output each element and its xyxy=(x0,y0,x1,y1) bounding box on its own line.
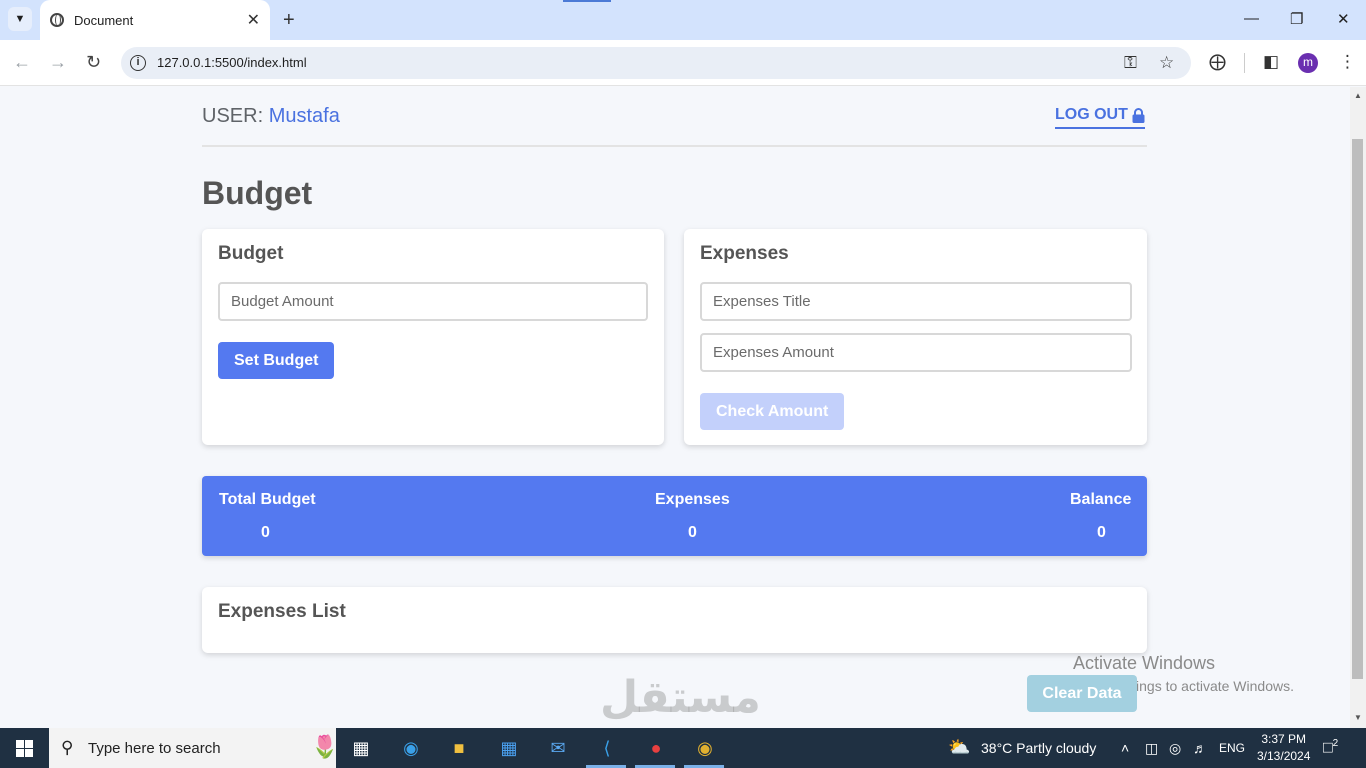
page-title: Budget xyxy=(202,175,313,211)
windows-start-icon[interactable] xyxy=(16,740,33,757)
reload-icon[interactable]: ↻ xyxy=(86,52,101,72)
address-bar[interactable]: i 127.0.0.1:5500/index.html ⚿ ☆ xyxy=(121,47,1191,79)
scroll-thumb[interactable] xyxy=(1352,139,1363,679)
watermark: مستقل xyxy=(600,672,761,723)
scroll-up-icon[interactable]: ▲ xyxy=(1354,91,1362,100)
bookmark-star-icon[interactable]: ☆ xyxy=(1159,53,1174,73)
chevron-down-icon: ▼ xyxy=(14,13,26,25)
vscode-icon[interactable]: ⟨ xyxy=(595,736,619,760)
page-viewport: USER: Mustafa LOG OUT Budget Budget Set … xyxy=(0,87,1350,728)
set-budget-button[interactable]: Set Budget xyxy=(218,342,335,379)
volume-icon[interactable]: ♬ xyxy=(1193,740,1207,756)
taskbar-search[interactable]: ⚲ Type here to search 🌷 xyxy=(49,728,339,768)
header-divider xyxy=(202,145,1147,147)
close-window-icon[interactable]: ✕ xyxy=(1337,10,1350,28)
username: Mustafa xyxy=(268,105,340,127)
new-tab-button[interactable]: + xyxy=(283,8,295,32)
side-panel-icon[interactable]: ◧ xyxy=(1263,52,1279,72)
tab-search-button[interactable]: ▼ xyxy=(8,7,32,31)
logout-link[interactable]: LOG OUT xyxy=(1055,106,1145,129)
url-text[interactable]: 127.0.0.1:5500/index.html xyxy=(157,55,307,70)
scroll-down-icon[interactable]: ▼ xyxy=(1354,713,1362,722)
check-amount-button[interactable]: Check Amount xyxy=(700,393,845,430)
weather-icon[interactable]: ⛅ xyxy=(948,737,970,758)
taskbar-clock[interactable]: 3:37 PM 3/13/2024 xyxy=(1257,731,1310,765)
expenses-title-input[interactable] xyxy=(700,282,1132,321)
user-greeting: USER: Mustafa xyxy=(202,105,340,128)
total-budget-label: Total Budget xyxy=(219,491,316,508)
budget-amount-input[interactable] xyxy=(218,282,648,321)
weather-text[interactable]: 38°C Partly cloudy xyxy=(981,740,1096,756)
activate-windows-title: Activate Windows xyxy=(1073,653,1216,673)
mail-icon[interactable]: ✉ xyxy=(546,736,570,760)
network-icon[interactable]: ◎ xyxy=(1169,740,1181,757)
profile-avatar[interactable]: m xyxy=(1298,53,1318,73)
logout-label: LOG OUT xyxy=(1055,106,1128,123)
search-icon: ⚲ xyxy=(61,738,74,757)
user-prefix: USER: xyxy=(202,105,264,127)
back-icon[interactable]: ← xyxy=(13,52,31,72)
notifications-icon[interactable]: □2 xyxy=(1323,738,1338,757)
windows-taskbar: ⚲ Type here to search 🌷 ▦ ◉ ■ ▦ ✉ ⟨ ● ◉ … xyxy=(0,728,1366,768)
recorder-icon[interactable]: ● xyxy=(644,736,668,760)
forward-icon[interactable]: → xyxy=(49,52,67,72)
taskbar-search-placeholder: Type here to search xyxy=(88,740,221,757)
expenses-list-title: Expenses List xyxy=(218,601,346,622)
watermark-arabic: مستقل xyxy=(600,672,761,723)
expenses-card-title: Expenses xyxy=(700,243,789,264)
clock-date: 3/13/2024 xyxy=(1257,749,1311,763)
toolbar-separator xyxy=(1244,53,1245,73)
site-info-icon[interactable]: i xyxy=(130,55,146,71)
expenses-list-card: Expenses List xyxy=(202,587,1147,653)
close-tab-icon[interactable]: ✕ xyxy=(247,10,260,30)
budget-card-title: Budget xyxy=(218,243,284,264)
chrome-icon[interactable]: ◉ xyxy=(693,736,717,760)
password-key-icon[interactable]: ⚿ xyxy=(1124,53,1137,73)
expenses-card: Expenses Check Amount xyxy=(684,229,1147,445)
store-icon[interactable]: ▦ xyxy=(497,736,521,760)
file-explorer-icon[interactable]: ■ xyxy=(447,736,471,760)
browser-tab-bar: ▼ Document ✕ + — ❐ ✕ xyxy=(0,0,1366,40)
minimize-icon[interactable]: — xyxy=(1244,10,1259,27)
clock-time: 3:37 PM xyxy=(1261,732,1307,746)
menu-kebab-icon[interactable]: ⋮ xyxy=(1339,52,1356,72)
extensions-icon[interactable]: ⨁ xyxy=(1209,52,1226,72)
tulips-icon: 🌷 xyxy=(311,734,339,759)
balance-label: Balance xyxy=(1070,491,1132,508)
language-indicator[interactable]: ENG xyxy=(1219,741,1245,755)
notification-count: 2 xyxy=(1332,738,1339,749)
task-view-icon[interactable]: ▦ xyxy=(349,736,373,760)
tab-title: Document xyxy=(74,12,134,28)
device-icon[interactable]: ◫ xyxy=(1145,740,1158,757)
lock-icon xyxy=(1132,107,1145,123)
clear-data-button[interactable]: Clear Data xyxy=(1027,675,1137,712)
expenses-total-label: Expenses xyxy=(655,491,730,508)
page-scrollbar[interactable]: ▲ ▼ xyxy=(1350,87,1366,728)
summary-panel: Total Budget 0 Expenses 0 Balance 0 xyxy=(202,476,1147,556)
balance-value: 0 xyxy=(1097,524,1106,541)
budget-card: Budget Set Budget xyxy=(202,229,664,445)
expenses-total-value: 0 xyxy=(688,524,697,541)
browser-tab[interactable]: Document ✕ xyxy=(40,0,270,40)
tab-strip-accent xyxy=(563,0,611,2)
total-budget-value: 0 xyxy=(261,524,270,541)
expenses-amount-input[interactable] xyxy=(700,333,1132,372)
restore-icon[interactable]: ❐ xyxy=(1290,10,1303,28)
edge-icon[interactable]: ◉ xyxy=(399,736,423,760)
browser-toolbar: ← → ↻ i 127.0.0.1:5500/index.html ⚿ ☆ ⨁ … xyxy=(0,40,1366,86)
globe-icon xyxy=(50,13,64,27)
show-hidden-icons[interactable]: ˄ xyxy=(1121,740,1129,756)
